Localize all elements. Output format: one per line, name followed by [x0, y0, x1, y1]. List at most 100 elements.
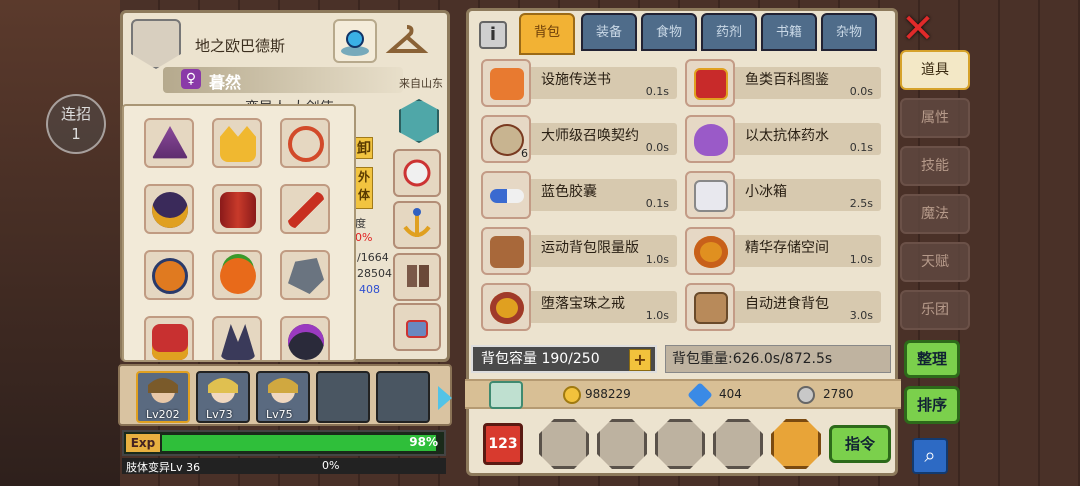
equip-slot-armor[interactable] — [212, 184, 262, 234]
bag-weight: 背包重量:626.0s/872.5s — [665, 345, 891, 373]
exp-fill — [162, 435, 436, 451]
bag-item[interactable]: 鱼类百科图鉴 0.0s — [685, 59, 881, 107]
side-tab-attributes[interactable]: 属性 — [900, 98, 970, 138]
unequip-tag[interactable]: 卸 — [355, 137, 373, 159]
expand-capacity-button[interactable]: + — [629, 349, 651, 371]
equip-slot-crown[interactable] — [212, 118, 262, 168]
equip-slot-boots[interactable] — [393, 253, 441, 301]
equip-slot-beast[interactable] — [280, 250, 330, 300]
bag-item[interactable]: 堕落宝珠之戒 1.0s — [481, 283, 677, 331]
sort-button[interactable]: 排序 — [904, 386, 960, 424]
tab-equipment[interactable]: 装备 — [581, 13, 637, 51]
bag-item[interactable]: 设施传送书 0.1s — [481, 59, 677, 107]
diamond-icon — [687, 382, 713, 408]
claw-skill-button[interactable] — [771, 419, 821, 469]
item-name: 小冰箱 — [745, 184, 787, 200]
item-icon-slot — [481, 227, 531, 275]
side-tab-talent[interactable]: 天赋 — [900, 242, 970, 282]
exp-percent: 98% — [409, 435, 438, 449]
item-name: 鱼类百科图鉴 — [745, 72, 829, 88]
equip-slot-sword[interactable] — [280, 184, 330, 234]
essence-storage-icon — [694, 236, 728, 268]
equip-slot-shield[interactable] — [144, 250, 194, 300]
info-button[interactable]: i — [479, 21, 507, 49]
equip-slot-ring[interactable] — [280, 316, 330, 360]
item-time: 1.0s — [849, 253, 873, 266]
equip-slot-hat[interactable] — [144, 118, 194, 168]
tab-books[interactable]: 书籍 — [761, 13, 817, 51]
storage-icon[interactable] — [489, 381, 523, 409]
crystal-icon[interactable] — [399, 99, 439, 143]
stat-fragment: 度 — [355, 217, 366, 230]
item-name: 以太抗体药水 — [745, 128, 829, 144]
search-clear-button[interactable] — [655, 419, 705, 469]
bag-item[interactable]: 大师级召唤契约 0.0s 6 — [481, 115, 677, 163]
side-tab-magic[interactable]: 魔法 — [900, 194, 970, 234]
item-name: 堕落宝珠之戒 — [541, 296, 625, 312]
team-member-slot[interactable]: Lv75 — [256, 371, 310, 423]
item-name: 精华存储空间 — [745, 240, 829, 256]
item-time: 0.0s — [645, 141, 669, 154]
bag-item[interactable]: 以太抗体药水 0.1s — [685, 115, 881, 163]
gold-amount: 988229 — [585, 387, 631, 401]
team-empty-slot[interactable] — [316, 371, 370, 423]
tab-misc[interactable]: 杂物 — [821, 13, 877, 51]
item-time: 0.1s — [849, 141, 873, 154]
scene-left — [0, 0, 120, 486]
equip-slot-accessory[interactable] — [393, 303, 441, 351]
item-icon-slot — [481, 171, 531, 219]
stat-fragment: /1664 — [357, 251, 389, 264]
arrange-button[interactable]: 整理 — [904, 340, 960, 378]
item-name: 蓝色胶囊 — [541, 184, 597, 200]
side-tab-band[interactable]: 乐团 — [900, 290, 970, 330]
side-tab-skills[interactable]: 技能 — [900, 146, 970, 186]
close-icon[interactable]: ✕ — [900, 9, 936, 49]
search-icon[interactable]: ⌕ — [912, 438, 948, 474]
gender-female-icon: ♀ — [181, 69, 201, 89]
member-level: Lv202 — [146, 408, 180, 421]
diamond-amount: 404 — [719, 387, 742, 401]
equip-slot-cape[interactable] — [144, 316, 194, 360]
team-member-slot[interactable]: Lv73 — [196, 371, 250, 423]
body-mutation-percent: 0% — [322, 459, 340, 472]
tab-food[interactable]: 食物 — [641, 13, 697, 51]
team-member-slot[interactable]: Lv202 — [136, 371, 190, 423]
equip-slot-necklace[interactable] — [280, 118, 330, 168]
item-time: 1.0s — [645, 253, 669, 266]
hanger-icon[interactable] — [385, 19, 429, 63]
equip-slot-pendant[interactable] — [144, 184, 194, 234]
magnifier-button[interactable] — [597, 419, 647, 469]
equip-slot-gloves[interactable] — [393, 149, 441, 197]
item-icon-slot — [685, 59, 735, 107]
stat-fragment: 408 — [359, 283, 380, 296]
teleport-book-icon — [490, 68, 524, 100]
bag-item[interactable]: 精华存储空间 1.0s — [685, 227, 881, 275]
item-icon-slot — [685, 171, 735, 219]
side-tab-items[interactable]: 道具 — [900, 50, 970, 90]
bag-item[interactable]: 运动背包限量版 1.0s — [481, 227, 677, 275]
swap-button[interactable] — [713, 419, 763, 469]
equip-slot-claw[interactable] — [212, 316, 262, 360]
fish-encyclopedia-icon — [694, 68, 728, 100]
bag-item[interactable]: 小冰箱 2.5s — [685, 171, 881, 219]
member-level: Lv73 — [206, 408, 233, 421]
book-button[interactable] — [539, 419, 589, 469]
item-time: 0.0s — [849, 85, 873, 98]
bag-item[interactable]: 自动进食背包 3.0s — [685, 283, 881, 331]
equip-slot-anchor[interactable] — [393, 201, 441, 249]
sport-backpack-icon — [490, 236, 524, 268]
potion-flask-icon — [694, 124, 728, 156]
gem-icon[interactable] — [333, 19, 377, 63]
exp-label: Exp — [126, 434, 160, 452]
bag-item[interactable]: 蓝色胶囊 0.1s — [481, 171, 677, 219]
command-button[interactable]: 指令 — [829, 425, 891, 463]
team-empty-slot[interactable] — [376, 371, 430, 423]
item-icon-slot — [481, 283, 531, 331]
numbered-list-button[interactable]: 123 — [483, 423, 523, 465]
combo-counter[interactable]: 连招 1 — [46, 94, 106, 154]
tab-bag[interactable]: 背包 — [519, 13, 575, 55]
appearance-tag[interactable]: 外 体 — [355, 167, 373, 209]
equip-slot-pumpkin[interactable] — [212, 250, 262, 300]
team-next-arrow-icon[interactable] — [438, 386, 452, 410]
tab-potion[interactable]: 药剂 — [701, 13, 757, 51]
